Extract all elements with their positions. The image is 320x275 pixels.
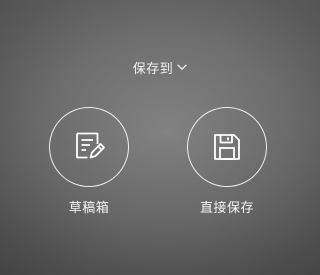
save-to-dropdown[interactable]: 保存到 xyxy=(0,58,320,77)
save-directly-label: 直接保存 xyxy=(199,201,254,216)
save-directly-circle-button[interactable] xyxy=(187,107,267,187)
chevron-down-icon xyxy=(177,64,187,70)
drafts-label: 草稿箱 xyxy=(68,201,110,216)
save-to-label: 保存到 xyxy=(132,62,174,77)
drafts-circle-button[interactable] xyxy=(49,107,129,187)
save-to-drafts-option[interactable]: 草稿箱 xyxy=(49,107,129,216)
save-overlay: 保存到 草稿箱 直接保存 xyxy=(0,0,320,275)
save-directly-option[interactable]: 直接保存 xyxy=(187,107,267,216)
draft-edit-icon xyxy=(76,132,105,159)
floppy-disk-icon xyxy=(214,134,240,160)
